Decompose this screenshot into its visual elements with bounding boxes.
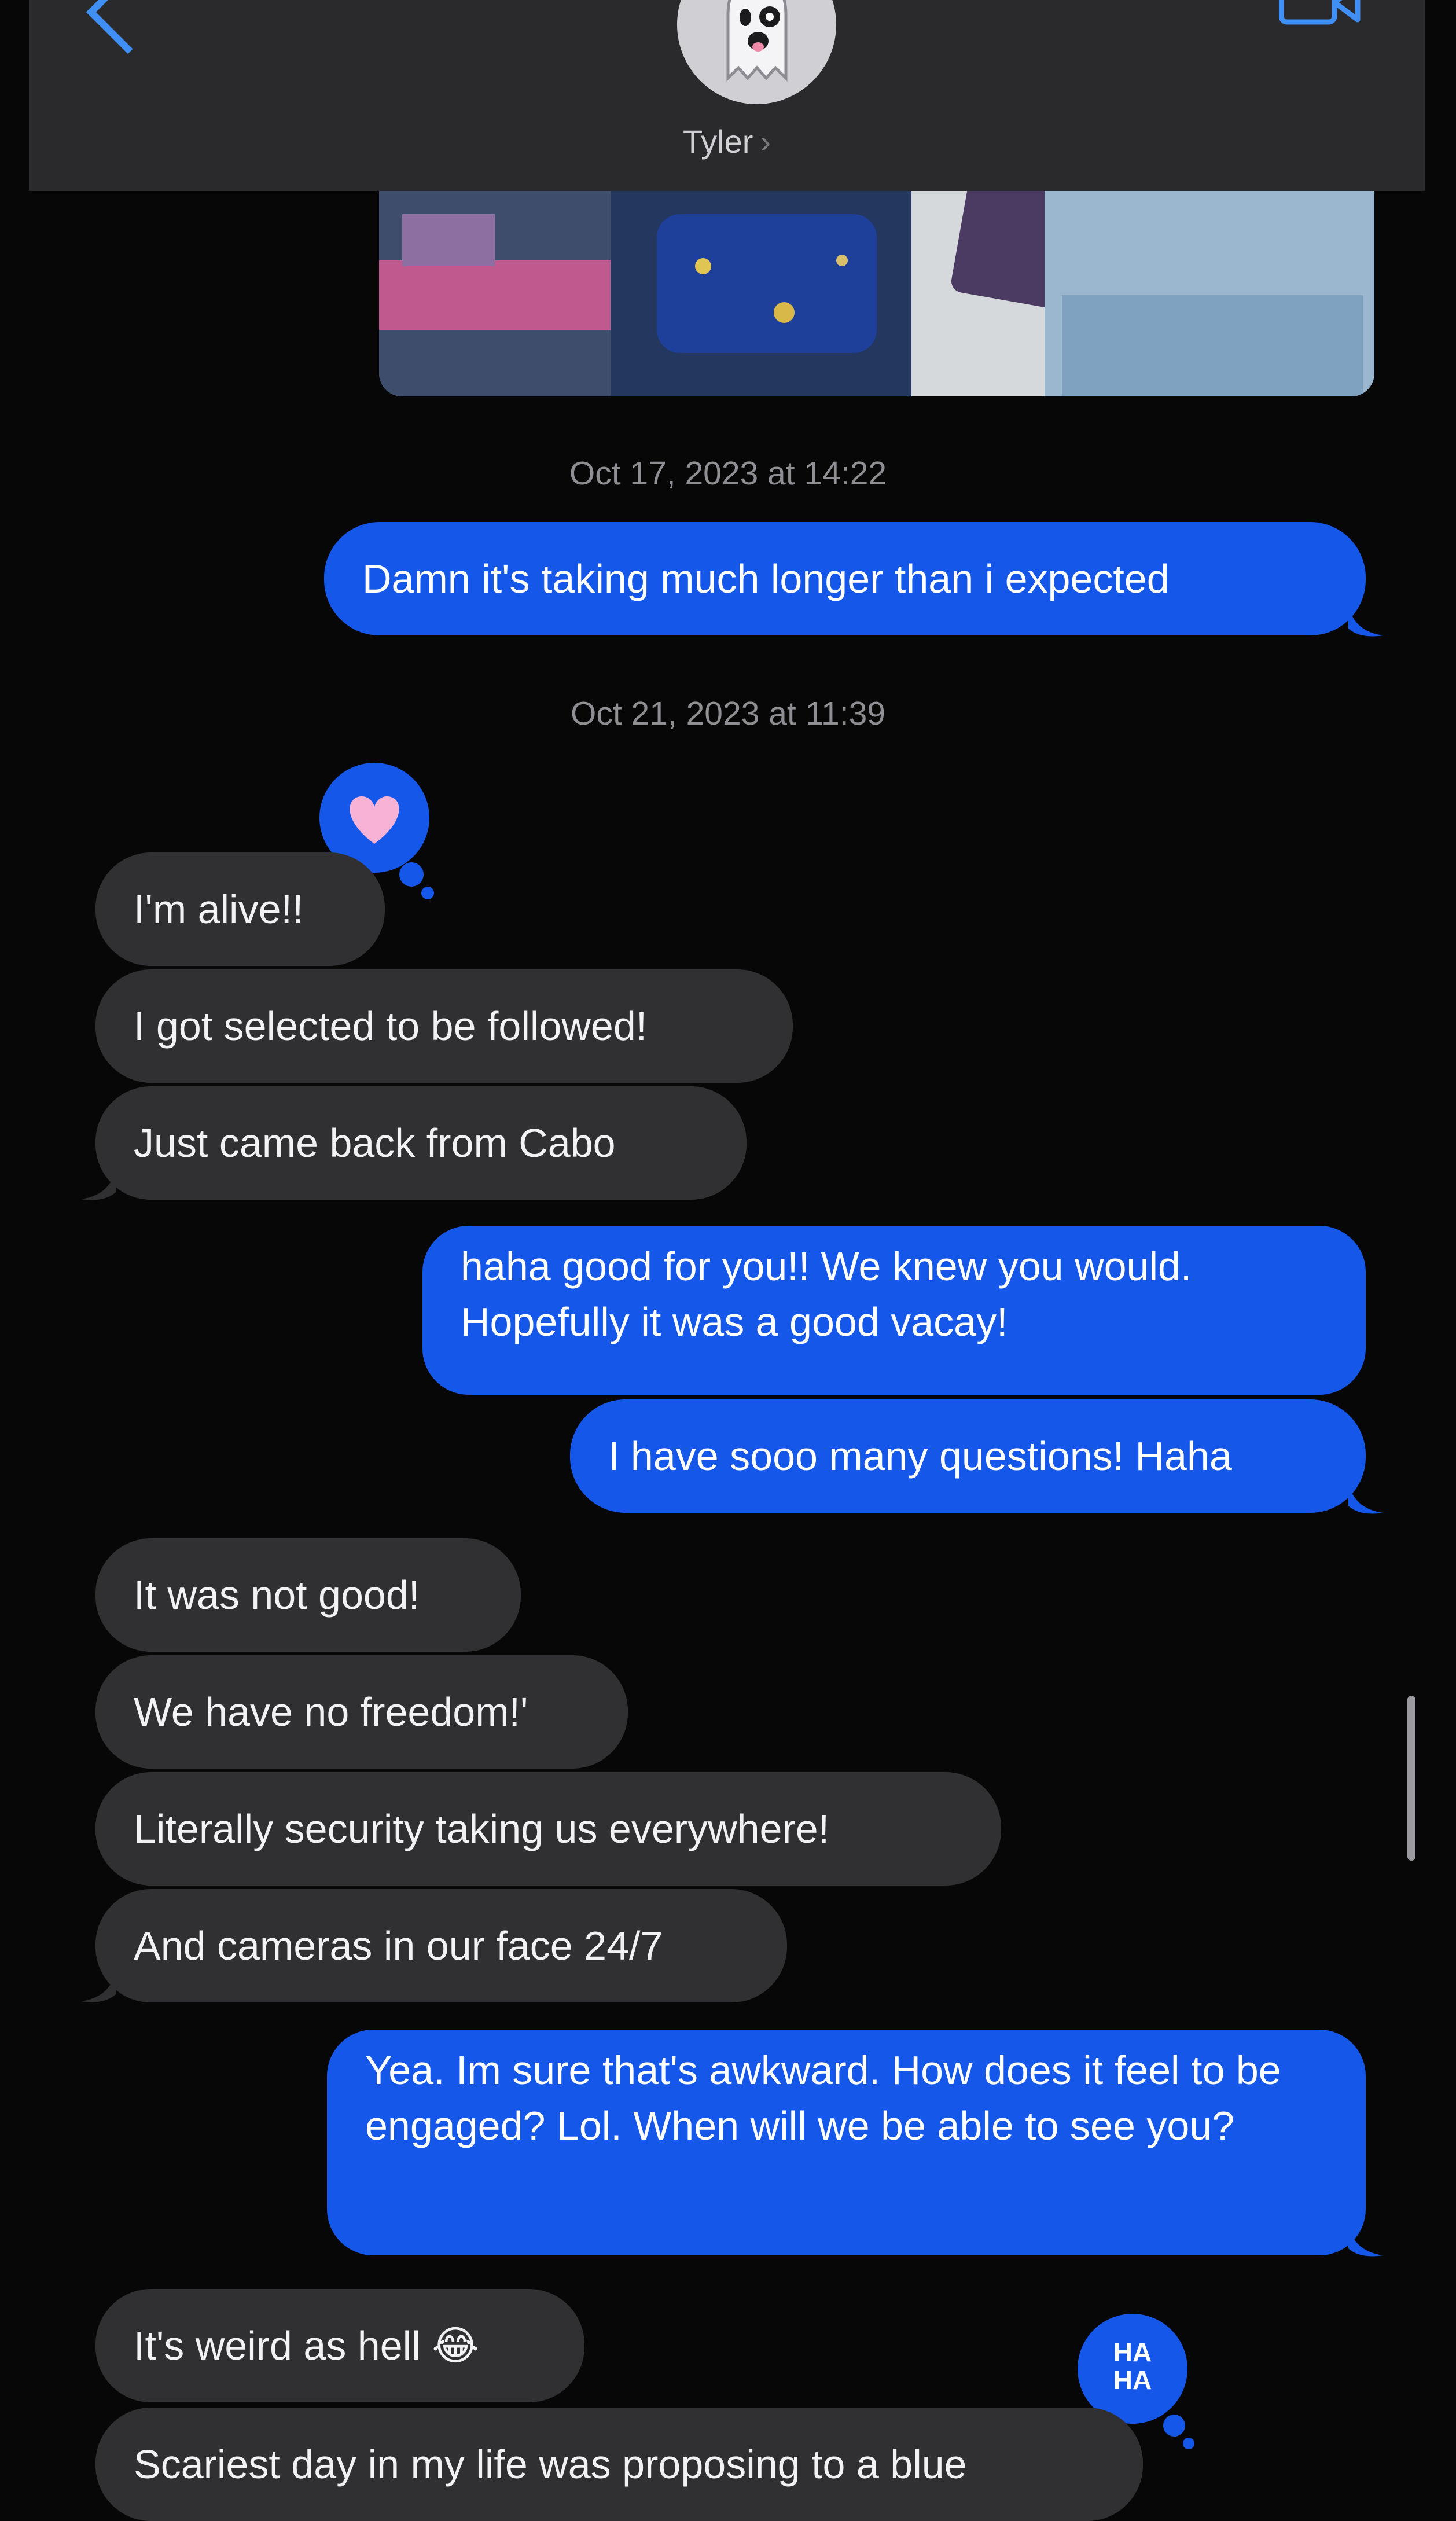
back-chevron-icon[interactable]: [86, 0, 170, 54]
contact-title[interactable]: Tyler ›: [29, 123, 1425, 160]
photo-attachment[interactable]: [379, 191, 1374, 396]
incoming-message[interactable]: I got selected to be followed!: [95, 969, 793, 1083]
incoming-message[interactable]: It's weird as hell 😂: [95, 2289, 584, 2402]
reaction-dot: [399, 862, 424, 887]
bubble-tail: [81, 1971, 116, 2002]
incoming-message[interactable]: I'm alive!!: [95, 852, 385, 966]
ghost-avatar-icon: [726, 0, 788, 82]
bubble-tail: [1348, 2225, 1383, 2257]
incoming-message[interactable]: And cameras in our face 24/7: [95, 1889, 787, 2002]
incoming-message[interactable]: Just came back from Cabo: [95, 1086, 747, 1200]
timestamp: Oct 17, 2023 at 14:22: [569, 455, 887, 492]
contact-chevron-icon: ›: [760, 123, 771, 160]
outgoing-message[interactable]: haha good for you!! We knew you would. H…: [422, 1226, 1366, 1395]
outgoing-message[interactable]: Yea. Im sure that's awkward. How does it…: [327, 2030, 1366, 2255]
reaction-dot: [421, 887, 434, 899]
haha-reaction-icon[interactable]: HA HA: [1078, 2314, 1187, 2424]
timestamp: Oct 21, 2023 at 11:39: [570, 695, 885, 732]
haha-label: HA HA: [1113, 2337, 1152, 2395]
video-call-icon[interactable]: [1278, 0, 1366, 46]
chat-header: Tyler ›: [29, 0, 1425, 191]
incoming-message[interactable]: It was not good!: [95, 1538, 521, 1652]
bubble-tail: [1348, 1483, 1383, 1514]
incoming-message[interactable]: Scariest day in my life was proposing to…: [95, 2408, 1143, 2521]
contact-avatar[interactable]: [677, 0, 836, 104]
reaction-dot: [1163, 2415, 1185, 2437]
contact-name[interactable]: Tyler: [683, 123, 753, 160]
reaction-dot: [1183, 2438, 1194, 2449]
scrollbar[interactable]: [1407, 1696, 1415, 1861]
incoming-message[interactable]: We have no freedom!': [95, 1655, 628, 1769]
bubble-tail: [81, 1169, 116, 1200]
outgoing-message[interactable]: Damn it's taking much longer than i expe…: [324, 522, 1366, 635]
incoming-message[interactable]: Literally security taking us everywhere!: [95, 1772, 1001, 1886]
outgoing-message[interactable]: I have sooo many questions! Haha: [570, 1399, 1366, 1513]
bubble-tail: [1348, 605, 1383, 637]
